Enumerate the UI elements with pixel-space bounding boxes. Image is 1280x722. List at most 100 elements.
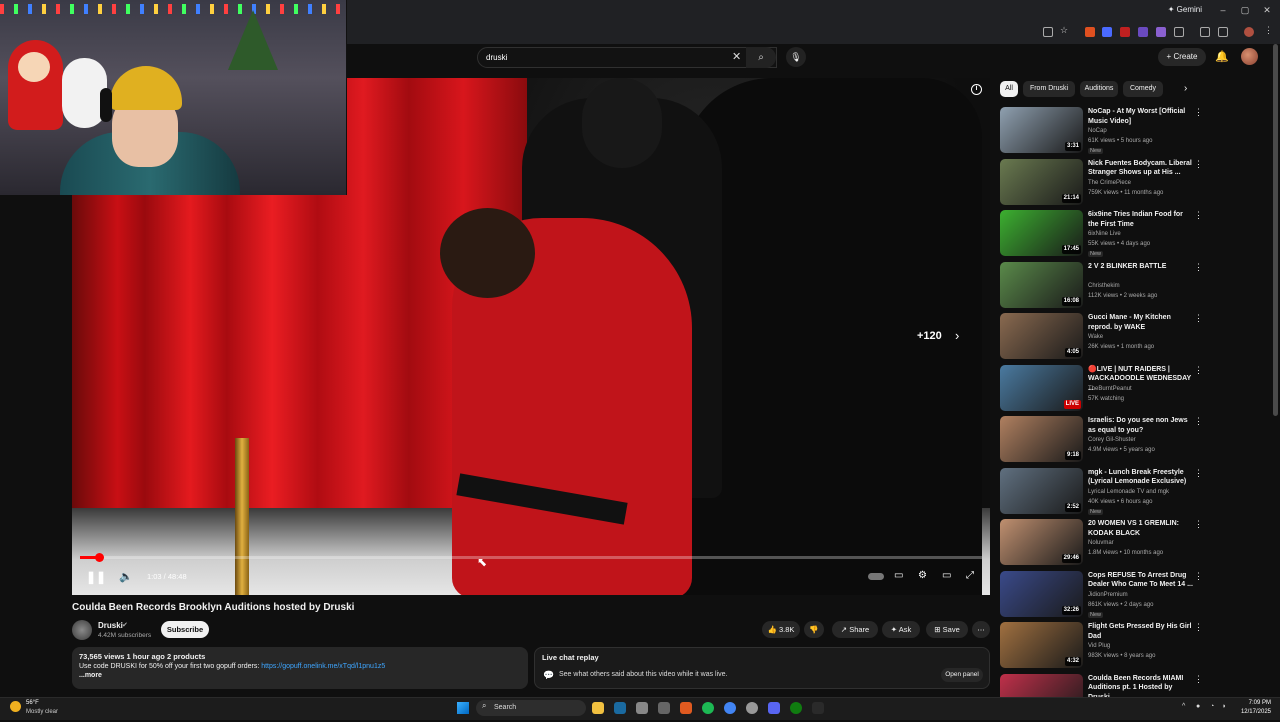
more-options-icon[interactable]: ⋮ xyxy=(1194,365,1203,376)
description-link[interactable]: https://gopuff.onelink.me/xTqd/l1pnu1z5 xyxy=(261,663,385,670)
info-icon[interactable]: i xyxy=(971,84,982,95)
more-options-icon[interactable]: ⋮ xyxy=(1194,107,1203,118)
video-thumbnail[interactable]: 21:14 xyxy=(1000,158,1083,205)
recommendation-channel[interactable]: NoCap xyxy=(1088,128,1107,134)
extension-icon[interactable] xyxy=(1138,27,1148,37)
clear-search-icon[interactable]: ✕ xyxy=(732,50,741,63)
channel-name[interactable]: Druski xyxy=(98,621,123,630)
taskbar-search[interactable]: Search xyxy=(476,700,586,716)
recommendation-item[interactable]: 2:52 mgk - Lunch Break Freestyle (Lyrical… xyxy=(1000,467,1265,516)
recommendation-channel[interactable]: Wake xyxy=(1088,334,1103,340)
video-thumbnail[interactable]: 9:18 xyxy=(1000,416,1083,462)
recommendation-title[interactable]: 2 V 2 BLINKER BATTLE xyxy=(1088,262,1193,272)
video-thumbnail[interactable]: 4:05 xyxy=(1000,313,1083,359)
install-icon[interactable] xyxy=(1043,27,1053,37)
settings-gear-icon[interactable]: ⚙ xyxy=(918,570,927,581)
app-icon[interactable] xyxy=(636,702,648,714)
more-options-icon[interactable]: ⋮ xyxy=(1194,519,1203,530)
recommendation-title[interactable]: 20 WOMEN VS 1 GREMLIN: KODAK BLACK xyxy=(1088,519,1193,538)
bookmark-star-icon[interactable]: ☆ xyxy=(1060,25,1070,35)
settings-icon[interactable] xyxy=(658,702,670,714)
recommendation-item[interactable]: 3:31 NoCap - At My Worst [Official Music … xyxy=(1000,107,1265,155)
recommendation-title[interactable]: Israelis: Do you see non Jews as equal t… xyxy=(1088,416,1193,435)
recommendation-title[interactable]: Gucci Mane - My Kitchen reprod. by WAKE xyxy=(1088,313,1193,332)
video-thumbnail[interactable]: 29:46 xyxy=(1000,519,1083,565)
recommendation-title[interactable]: Flight Gets Pressed By His Girl Dad xyxy=(1088,622,1193,641)
gemini-button[interactable]: ✦ Gemini xyxy=(1168,5,1202,14)
profile-icon[interactable] xyxy=(1244,27,1254,37)
description-box[interactable]: 73,565 views 1 hour ago 2 products Use c… xyxy=(72,647,528,689)
chip-all[interactable]: All xyxy=(1000,81,1018,97)
windows-start-icon[interactable] xyxy=(457,702,469,714)
extension-icon[interactable] xyxy=(1120,27,1130,37)
taskbar-date[interactable]: 12/17/2025 xyxy=(1236,709,1271,715)
recommendation-title[interactable]: NoCap - At My Worst [Official Music Vide… xyxy=(1088,107,1193,126)
skip-ahead-chevron-icon[interactable]: › xyxy=(955,328,959,343)
skip-ahead-label[interactable]: +120 xyxy=(917,330,942,342)
taskbar-clock[interactable]: 7:09 PM xyxy=(1236,700,1271,706)
more-options-icon[interactable]: ⋮ xyxy=(1194,468,1203,479)
volume-icon[interactable]: 🔈 xyxy=(119,570,133,583)
chip-comedy[interactable]: Comedy xyxy=(1123,81,1163,97)
captions-icon[interactable]: ▭ xyxy=(894,570,903,581)
extension-icon[interactable] xyxy=(1156,27,1166,37)
recommendation-item[interactable]: LIVE 🔴LIVE | NUT RAIDERS | WACKADOODLE WE… xyxy=(1000,364,1265,413)
video-thumbnail[interactable]: 16:08 xyxy=(1000,261,1083,308)
pause-icon[interactable]: ❚❚ xyxy=(86,570,106,584)
video-thumbnail[interactable]: 2:52 xyxy=(1000,467,1083,514)
chevron-right-icon[interactable]: › xyxy=(1184,83,1187,94)
more-options-icon[interactable]: ⋮ xyxy=(1194,262,1203,273)
more-actions-icon[interactable]: ⋯ xyxy=(972,621,990,638)
save-button[interactable]: ⊞ Save xyxy=(926,621,968,638)
recommendation-channel[interactable]: Christhekim xyxy=(1088,283,1120,289)
discord-icon[interactable] xyxy=(768,702,780,714)
xbox-icon[interactable] xyxy=(790,702,802,714)
more-options-icon[interactable]: ⋮ xyxy=(1194,416,1203,427)
recommendation-title[interactable]: Cops REFUSE To Arrest Drug Dealer Who Ca… xyxy=(1088,571,1193,590)
spotify-icon[interactable] xyxy=(702,702,714,714)
video-thumbnail[interactable]: 17:45 xyxy=(1000,210,1083,256)
more-options-icon[interactable]: ⋮ xyxy=(1194,210,1203,221)
recommendation-channel[interactable]: TheBurntPeanut xyxy=(1088,386,1132,392)
downloads-icon[interactable] xyxy=(1218,27,1228,37)
share-button[interactable]: ↗ Share xyxy=(832,621,878,638)
recommendation-channel[interactable]: Noluvmar xyxy=(1088,540,1114,546)
extension-icon[interactable] xyxy=(1102,27,1112,37)
speaker-icon[interactable]: ◗ xyxy=(1222,703,1226,710)
app-icon[interactable] xyxy=(812,702,824,714)
chrome-icon[interactable] xyxy=(724,702,736,714)
recommendation-title[interactable]: 6ix9ine Tries Indian Food for the First … xyxy=(1088,210,1193,229)
recommendation-channel[interactable]: Lyrical Lemonade TV and mgk xyxy=(1088,489,1169,495)
recommendation-title[interactable]: mgk - Lunch Break Freestyle (Lyrical Lem… xyxy=(1088,468,1193,487)
search-icon[interactable]: ⌕ xyxy=(746,47,776,68)
scrollbar[interactable] xyxy=(1273,44,1278,416)
chip-auditions[interactable]: Auditions xyxy=(1080,81,1118,97)
recommendation-item[interactable]: 32:26 Cops REFUSE To Arrest Drug Dealer W… xyxy=(1000,570,1265,619)
more-options-icon[interactable]: ⋮ xyxy=(1194,674,1203,685)
recommendation-item[interactable]: 21:14 Nick Fuentes Bodycam. Liberal Stran… xyxy=(1000,158,1265,207)
recommendation-item[interactable]: 17:45 6ix9ine Tries Indian Food for the F… xyxy=(1000,210,1265,258)
side-panel-icon[interactable] xyxy=(1200,27,1210,37)
extensions-puzzle-icon[interactable] xyxy=(1174,27,1184,37)
close-window-icon[interactable]: ✕ xyxy=(1260,4,1274,16)
recommendation-channel[interactable]: JidionPremium xyxy=(1088,592,1128,598)
microphone-icon[interactable]: 🎙 xyxy=(786,47,806,67)
recommendation-item[interactable]: 16:08 2 V 2 BLINKER BATTLE Christhekim 112K… xyxy=(1000,261,1265,310)
microphone-tray-icon[interactable]: ● xyxy=(1196,703,1200,710)
recommendation-channel[interactable]: 6ixNine Live xyxy=(1088,231,1121,237)
video-thumbnail[interactable]: 32:26 xyxy=(1000,570,1083,617)
more-options-icon[interactable]: ⋮ xyxy=(1194,622,1203,633)
channel-avatar[interactable] xyxy=(72,620,92,640)
video-thumbnail[interactable]: LIVE xyxy=(1000,364,1083,411)
account-avatar[interactable] xyxy=(1241,48,1258,65)
recommendation-channel[interactable]: Vid Plug xyxy=(1088,643,1110,649)
brave-icon[interactable] xyxy=(680,702,692,714)
show-more-link[interactable]: ...more xyxy=(79,672,521,679)
autoplay-toggle[interactable] xyxy=(868,573,884,580)
app-icon[interactable] xyxy=(746,702,758,714)
more-options-icon[interactable]: ⋮ xyxy=(1194,159,1203,170)
more-options-icon[interactable]: ⋮ xyxy=(1194,313,1203,324)
recommendation-channel[interactable]: The CrimePiece xyxy=(1088,180,1131,186)
theater-mode-icon[interactable]: ▭ xyxy=(942,570,951,581)
notifications-bell-icon[interactable]: 🔔 xyxy=(1215,50,1229,63)
